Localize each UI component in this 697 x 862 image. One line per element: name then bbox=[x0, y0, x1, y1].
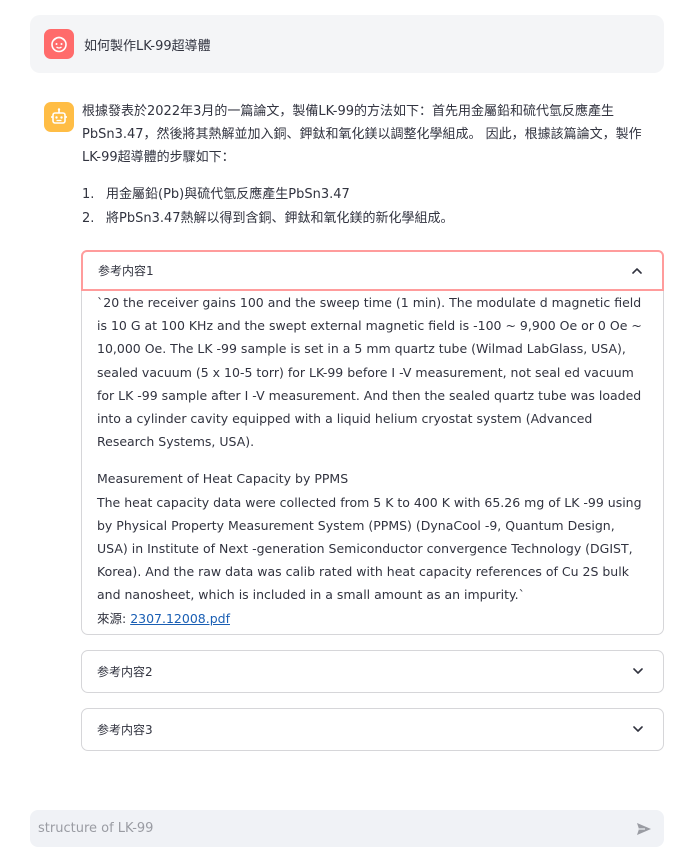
list-item: 2. 將PbSn3.47熱解以得到含銅、鉀鈦和氧化鎂的新化學組成。 bbox=[82, 207, 664, 231]
reference-expander-3[interactable]: 参考内容3 bbox=[81, 708, 664, 751]
expander-title: 参考内容1 bbox=[98, 264, 154, 278]
steps-list: 1. 用金屬鉛(Pb)與硫代氫反應產生PbSn3.47 2. 將PbSn3.47… bbox=[82, 183, 664, 231]
expander-title: 参考内容3 bbox=[97, 722, 153, 737]
user-avatar-icon bbox=[44, 29, 74, 59]
expander-title: 参考内容2 bbox=[97, 664, 153, 679]
chat-input[interactable] bbox=[38, 821, 634, 836]
bot-avatar-icon bbox=[44, 102, 74, 132]
expander-header-1[interactable]: 参考内容1 bbox=[81, 250, 664, 291]
step-number: 1. bbox=[82, 187, 95, 202]
step-text: 將PbSn3.47熱解以得到含銅、鉀鈦和氧化鎂的新化學組成。 bbox=[106, 211, 454, 226]
source-link[interactable]: 2307.12008.pdf bbox=[130, 611, 230, 626]
step-number: 2. bbox=[82, 211, 95, 226]
expander-body-1: `20 the receiver gains 100 and the sweep… bbox=[82, 291, 663, 630]
assistant-message: 根據發表於2022年3月的一篇論文，製備LK-99的方法如下：首先用金屬鉛和硫代… bbox=[30, 100, 664, 231]
user-message-text: 如何製作LK-99超導體 bbox=[84, 38, 211, 54]
source-label: 來源: bbox=[97, 610, 131, 626]
list-item: 1. 用金屬鉛(Pb)與硫代氫反應產生PbSn3.47 bbox=[82, 183, 664, 207]
chevron-down-icon[interactable] bbox=[631, 664, 645, 678]
send-icon[interactable] bbox=[634, 819, 654, 839]
reference-expander-1: 参考内容1 `20 the receiver gains 100 and the… bbox=[81, 250, 664, 635]
reference-paragraph: `20 the receiver gains 100 and the sweep… bbox=[97, 295, 642, 450]
user-message: 如何製作LK-99超導體 bbox=[30, 15, 664, 73]
assistant-answer-text: 根據發表於2022年3月的一篇論文，製備LK-99的方法如下：首先用金屬鉛和硫代… bbox=[82, 104, 642, 165]
expander-header-3[interactable]: 参考内容3 bbox=[82, 709, 663, 749]
chevron-up-icon[interactable] bbox=[630, 264, 644, 278]
step-text: 用金屬鉛(Pb)與硫代氫反應產生PbSn3.47 bbox=[106, 187, 350, 202]
reference-paragraph: The heat capacity data were collected fr… bbox=[97, 494, 642, 603]
expander-header-2[interactable]: 参考内容2 bbox=[82, 651, 663, 691]
chat-input-bar bbox=[30, 810, 664, 847]
reference-heading: Measurement of Heat Capacity by PPMS bbox=[97, 471, 349, 487]
reference-expander-2[interactable]: 参考内容2 bbox=[81, 650, 664, 693]
reference-source: 來源: 2307.12008.pdf bbox=[97, 607, 649, 630]
chevron-down-icon[interactable] bbox=[631, 722, 645, 736]
